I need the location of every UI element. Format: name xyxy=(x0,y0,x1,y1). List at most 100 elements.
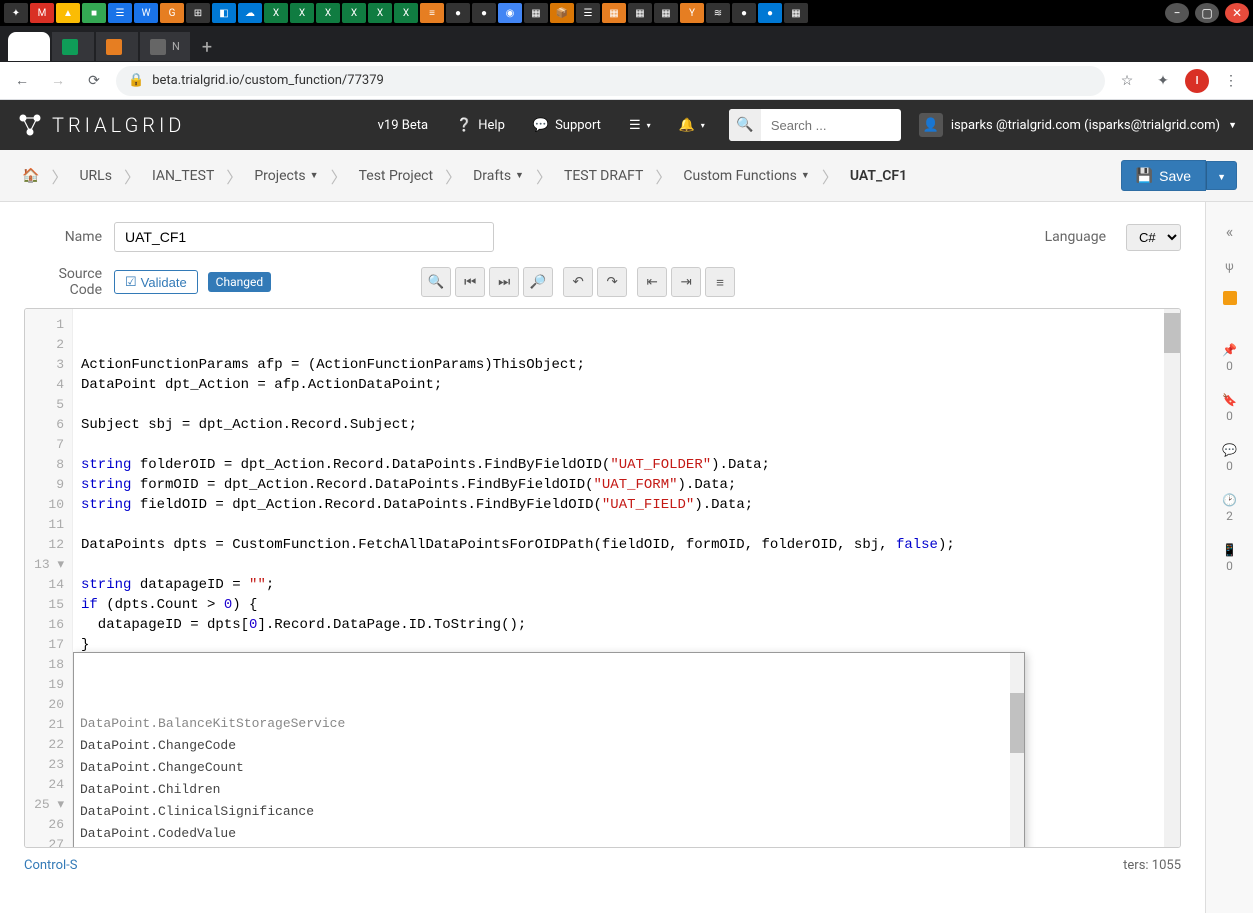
code-editor[interactable]: 12345678910111213 ▾141516171819202122232… xyxy=(24,308,1181,848)
os-app-icon[interactable]: ≡ xyxy=(420,3,444,23)
breadcrumb-home[interactable]: 🏠 xyxy=(16,164,45,188)
sidebar-badge[interactable]: 📱0 xyxy=(1222,533,1237,583)
browser-tab[interactable] xyxy=(96,32,138,62)
code-line[interactable]: string datapageID = ""; xyxy=(81,575,1172,595)
window-close[interactable]: ✕ xyxy=(1225,3,1249,23)
os-app-icon[interactable]: ☰ xyxy=(108,3,132,23)
breadcrumb-item[interactable]: URLs xyxy=(73,164,117,188)
os-app-icon[interactable]: Y xyxy=(680,3,704,23)
help-link[interactable]: ❔Help xyxy=(442,118,519,133)
save-button[interactable]: 💾Save xyxy=(1121,160,1206,191)
window-minimize[interactable]: − xyxy=(1165,3,1189,23)
os-app-icon[interactable]: ✦ xyxy=(4,3,28,23)
os-app-icon[interactable]: ▲ xyxy=(56,3,80,23)
user-menu[interactable]: 👤 isparks @trialgrid.com (isparks@trialg… xyxy=(911,113,1237,137)
os-app-icon[interactable]: ☰ xyxy=(576,3,600,23)
sidebar-badge[interactable]: 🔖0 xyxy=(1222,383,1237,433)
browser-tab[interactable] xyxy=(52,32,94,62)
undo-button[interactable]: ↶ xyxy=(563,267,593,297)
search-tool[interactable]: 🔍 xyxy=(421,267,451,297)
os-app-icon[interactable]: ■ xyxy=(82,3,106,23)
breadcrumb-item[interactable]: Test Project xyxy=(353,164,439,188)
code-line[interactable] xyxy=(81,555,1172,575)
code-line[interactable]: string fieldOID = dpt_Action.Record.Data… xyxy=(81,495,1172,515)
breadcrumb-item[interactable]: IAN_TEST xyxy=(146,164,220,188)
next-tool[interactable]: ⏭ xyxy=(489,267,519,297)
browser-tab-active[interactable] xyxy=(8,32,50,62)
save-dropdown[interactable]: ▼ xyxy=(1206,161,1237,190)
name-input[interactable] xyxy=(114,222,494,252)
os-app-icon[interactable]: ◧ xyxy=(212,3,236,23)
autocomplete-item[interactable]: DataPoint.CodedValue xyxy=(74,823,1024,845)
os-app-icon[interactable]: X xyxy=(342,3,366,23)
sidebar-collapse[interactable]: « xyxy=(1218,214,1242,249)
os-app-icon[interactable]: ● xyxy=(732,3,756,23)
os-app-icon[interactable]: X xyxy=(316,3,340,23)
window-maximize[interactable]: ▢ xyxy=(1195,3,1219,23)
code-line[interactable]: if (dpts.Count > 0) { xyxy=(81,595,1172,615)
breadcrumb-dropdown[interactable]: Drafts ▼ xyxy=(467,164,530,188)
code-line[interactable]: string formOID = dpt_Action.Record.DataP… xyxy=(81,475,1172,495)
prev-tool[interactable]: ⏮ xyxy=(455,267,485,297)
profile-avatar[interactable]: I xyxy=(1185,69,1209,93)
browser-tab[interactable]: N xyxy=(140,32,190,62)
os-app-icon[interactable]: ≋ xyxy=(706,3,730,23)
bookmark-icon[interactable]: ☆ xyxy=(1113,67,1141,95)
autocomplete-item[interactable]: DataPoint.BalanceKitStorageService xyxy=(74,713,1024,735)
breadcrumb-dropdown[interactable]: Custom Functions ▼ xyxy=(677,164,815,188)
breadcrumb-item[interactable]: TEST DRAFT xyxy=(558,164,649,188)
sidebar-branch-icon[interactable]: ψ xyxy=(1225,249,1233,283)
editor-scrollbar[interactable] xyxy=(1164,309,1180,847)
os-app-icon[interactable]: ▦ xyxy=(602,3,626,23)
validate-button[interactable]: ☑Validate xyxy=(114,270,198,294)
breadcrumb-dropdown[interactable]: Projects ▼ xyxy=(248,164,324,188)
os-app-icon[interactable]: ☁ xyxy=(238,3,262,23)
format-button[interactable]: ≡ xyxy=(705,267,735,297)
os-app-icon[interactable]: ▦ xyxy=(784,3,808,23)
code-line[interactable]: Subject sbj = dpt_Action.Record.Subject; xyxy=(81,415,1172,435)
os-app-icon[interactable]: M xyxy=(30,3,54,23)
code-line[interactable] xyxy=(81,435,1172,455)
os-app-icon[interactable]: ● xyxy=(758,3,782,23)
os-app-icon[interactable]: X xyxy=(290,3,314,23)
autocomplete-scrollbar[interactable] xyxy=(1010,653,1024,847)
menu-icon[interactable]: ☰▾ xyxy=(615,118,665,133)
os-app-icon[interactable]: X xyxy=(394,3,418,23)
forward-button[interactable]: → xyxy=(44,67,72,95)
extensions-icon[interactable]: ✦ xyxy=(1149,67,1177,95)
code-line[interactable] xyxy=(81,515,1172,535)
indent-button[interactable]: ⇥ xyxy=(671,267,701,297)
autocomplete-item[interactable]: DataPoint.ChangeCount xyxy=(74,757,1024,779)
os-app-icon[interactable]: X xyxy=(264,3,288,23)
code-line[interactable]: datapageID = dpts[0].Record.DataPage.ID.… xyxy=(81,615,1172,635)
sidebar-badge[interactable]: 💬0 xyxy=(1222,433,1237,483)
search-icon[interactable]: 🔍 xyxy=(729,109,761,141)
outdent-button[interactable]: ⇤ xyxy=(637,267,667,297)
autocomplete-popup[interactable]: DataPoint.BalanceKitStorageServiceDataPo… xyxy=(73,652,1025,847)
zoom-tool[interactable]: 🔎 xyxy=(523,267,553,297)
os-app-icon[interactable]: ⊞ xyxy=(186,3,210,23)
search-input[interactable] xyxy=(761,118,901,133)
os-app-icon[interactable]: ● xyxy=(472,3,496,23)
os-app-icon[interactable]: X xyxy=(368,3,392,23)
autocomplete-item[interactable]: DataPoint.CoderEntries xyxy=(74,845,1024,847)
code-line[interactable] xyxy=(81,395,1172,415)
autocomplete-item[interactable]: DataPoint.ClinicalSignificance xyxy=(74,801,1024,823)
code-body[interactable]: ActionFunctionParams afp = (ActionFuncti… xyxy=(73,309,1180,847)
back-button[interactable]: ← xyxy=(8,67,36,95)
code-line[interactable]: DataPoint dpt_Action = afp.ActionDataPoi… xyxy=(81,375,1172,395)
language-select[interactable]: C# xyxy=(1126,224,1181,251)
new-tab-button[interactable]: + xyxy=(192,32,222,62)
app-logo[interactable]: TRIALGRID xyxy=(16,111,185,139)
os-app-icon[interactable]: 📦 xyxy=(550,3,574,23)
menu-icon[interactable]: ⋮ xyxy=(1217,67,1245,95)
os-app-icon[interactable]: G xyxy=(160,3,184,23)
code-line[interactable]: string folderOID = dpt_Action.Record.Dat… xyxy=(81,455,1172,475)
reload-button[interactable]: ⟳ xyxy=(80,67,108,95)
os-app-icon[interactable]: W xyxy=(134,3,158,23)
notifications-icon[interactable]: 🔔▾ xyxy=(665,118,719,133)
code-line[interactable]: ActionFunctionParams afp = (ActionFuncti… xyxy=(81,355,1172,375)
sidebar-status-icon[interactable] xyxy=(1223,291,1237,305)
sidebar-badge[interactable]: 🕑2 xyxy=(1222,483,1237,533)
autocomplete-item[interactable]: DataPoint.ChangeCode xyxy=(74,735,1024,757)
